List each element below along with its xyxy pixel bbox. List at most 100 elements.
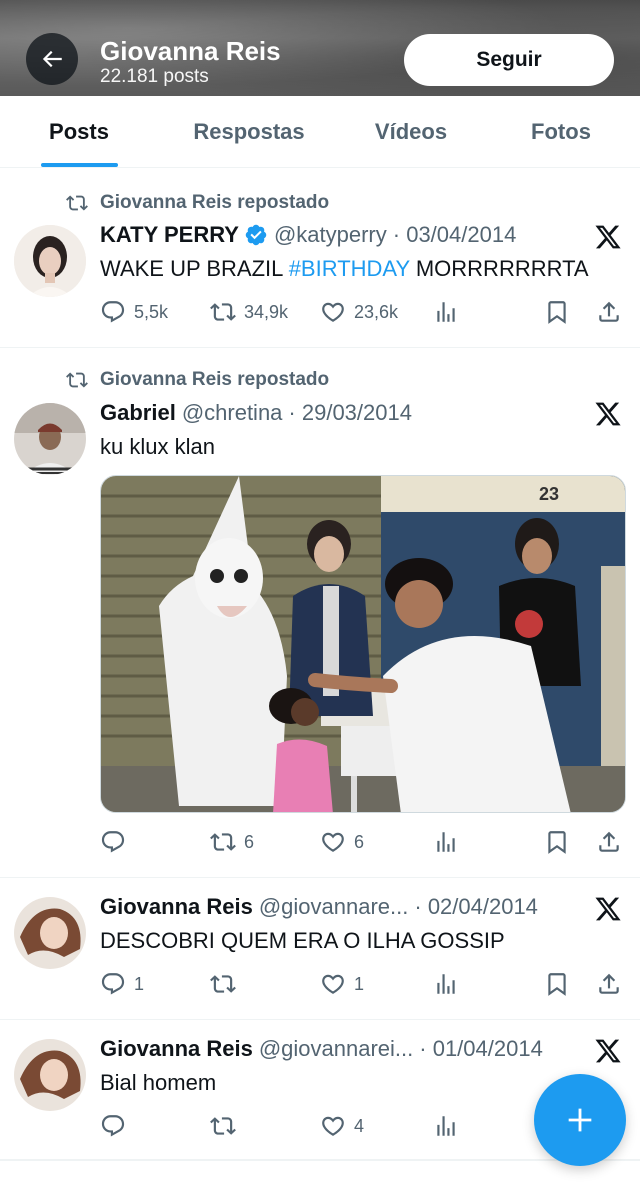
reply-button[interactable] bbox=[100, 826, 134, 858]
like-count: 4 bbox=[354, 1115, 365, 1136]
author-handle[interactable]: @katyperry bbox=[274, 222, 387, 248]
tweet-text: DESCOBRI QUEM ERA O ILHA GOSSIP bbox=[100, 928, 505, 953]
author-handle[interactable]: @giovannare... bbox=[259, 894, 409, 920]
share-button[interactable] bbox=[596, 968, 622, 1000]
back-button[interactable] bbox=[26, 33, 78, 85]
like-count: 1 bbox=[354, 973, 365, 994]
bookmark-button[interactable] bbox=[544, 968, 570, 1000]
share-icon bbox=[596, 971, 622, 997]
like-button[interactable]: 4 bbox=[320, 1110, 364, 1142]
like-count: 6 bbox=[354, 831, 365, 852]
bookmark-button[interactable] bbox=[544, 296, 570, 328]
avatar[interactable] bbox=[14, 897, 86, 969]
views-button[interactable] bbox=[433, 296, 459, 328]
tab-posts[interactable]: Posts bbox=[0, 96, 158, 167]
avatar[interactable] bbox=[14, 403, 86, 475]
avatar[interactable] bbox=[14, 1039, 86, 1111]
repost-label: Giovanna Reis repostado bbox=[100, 192, 330, 213]
header-titles: Giovanna Reis 22.181 posts bbox=[100, 36, 281, 88]
heart-icon bbox=[320, 1113, 346, 1139]
tweet[interactable]: Giovanna Reis @giovannare... · 02/04/201… bbox=[0, 878, 640, 1020]
share-button[interactable] bbox=[596, 296, 622, 328]
profile-tabs: Posts Respostas Vídeos Fotos bbox=[0, 96, 640, 168]
views-button[interactable] bbox=[433, 1110, 459, 1142]
tab-videos[interactable]: Vídeos bbox=[340, 96, 482, 167]
repost-icon bbox=[66, 369, 88, 391]
tweet-date[interactable]: · 29/03/2014 bbox=[288, 400, 412, 426]
hashtag-link[interactable]: #BIRTHDAY bbox=[289, 256, 410, 281]
views-icon bbox=[433, 299, 459, 325]
bookmark-icon bbox=[544, 299, 570, 325]
like-button[interactable]: 1 bbox=[320, 968, 364, 1000]
repost-count: 6 bbox=[244, 831, 255, 852]
repost-count: 34,9k bbox=[244, 301, 289, 322]
tweet-header: Gabriel @chretina · 29/03/2014 bbox=[100, 400, 412, 426]
arrow-left-icon bbox=[42, 50, 62, 68]
x-logo-icon bbox=[594, 223, 622, 251]
reply-button[interactable] bbox=[100, 1110, 134, 1142]
heart-icon bbox=[320, 829, 346, 855]
share-icon bbox=[596, 299, 622, 325]
like-button[interactable]: 23,6k bbox=[320, 296, 398, 328]
avatar[interactable] bbox=[14, 225, 86, 297]
tab-label: Respostas bbox=[193, 118, 305, 144]
compose-button[interactable] bbox=[534, 1074, 626, 1166]
share-button[interactable] bbox=[596, 826, 622, 858]
repost-indicator: Giovanna Reis repostado bbox=[66, 192, 329, 214]
repost-icon bbox=[210, 829, 236, 855]
author-name[interactable]: Giovanna Reis bbox=[100, 1036, 253, 1062]
reply-icon bbox=[100, 1113, 126, 1139]
tweet-actions: 5,5k 34,9k 23,6k bbox=[100, 296, 630, 328]
author-handle[interactable]: @chretina bbox=[182, 400, 283, 426]
repost-button[interactable] bbox=[210, 1110, 244, 1142]
follow-button[interactable]: Seguir bbox=[404, 34, 614, 86]
tweet-date[interactable]: · 02/04/2014 bbox=[414, 894, 538, 920]
active-tab-indicator bbox=[41, 163, 118, 167]
repost-button[interactable]: 6 bbox=[210, 826, 254, 858]
profile-name: Giovanna Reis bbox=[100, 36, 281, 66]
tweet-photo[interactable]: 23 bbox=[100, 475, 626, 813]
views-icon bbox=[433, 1113, 459, 1139]
repost-icon bbox=[210, 971, 236, 997]
tweet-actions: 6 6 bbox=[100, 826, 630, 858]
tweet-text-part: WAKE UP BRAZIL bbox=[100, 256, 289, 281]
repost-label: Giovanna Reis repostado bbox=[100, 369, 330, 390]
tweet-header: KATY PERRY @katyperry · 03/04/2014 bbox=[100, 222, 516, 248]
views-button[interactable] bbox=[433, 968, 459, 1000]
reply-button[interactable]: 1 bbox=[100, 968, 144, 1000]
author-name[interactable]: Giovanna Reis bbox=[100, 894, 253, 920]
tweet-text: ku klux klan bbox=[100, 434, 215, 459]
tweet-date[interactable]: · 03/04/2014 bbox=[393, 222, 517, 248]
tab-fotos[interactable]: Fotos bbox=[482, 96, 640, 167]
sign-number: 23 bbox=[539, 484, 559, 504]
repost-indicator: Giovanna Reis repostado bbox=[66, 369, 329, 391]
plus-icon bbox=[568, 1108, 592, 1132]
x-logo-icon bbox=[594, 895, 622, 923]
bookmark-button[interactable] bbox=[544, 826, 570, 858]
reply-icon bbox=[100, 971, 126, 997]
share-icon bbox=[596, 829, 622, 855]
views-button[interactable] bbox=[433, 826, 459, 858]
tweet[interactable]: Giovanna Reis repostado KATY PERRY @katy… bbox=[0, 170, 640, 348]
tab-respostas[interactable]: Respostas bbox=[158, 96, 340, 167]
tweet-text: Bial homem bbox=[100, 1070, 217, 1095]
tweet-text: WAKE UP BRAZIL #BIRTHDAY MORRRRRRRTA bbox=[100, 256, 589, 282]
tweet-date[interactable]: · 01/04/2014 bbox=[419, 1036, 543, 1062]
author-handle[interactable]: @giovannarei... bbox=[259, 1036, 413, 1062]
views-icon bbox=[433, 971, 459, 997]
x-logo-icon bbox=[594, 400, 622, 428]
reply-button[interactable]: 5,5k bbox=[100, 296, 168, 328]
bookmark-icon bbox=[544, 971, 570, 997]
author-name[interactable]: Gabriel bbox=[100, 400, 176, 426]
reply-icon bbox=[100, 299, 126, 325]
author-name[interactable]: KATY PERRY bbox=[100, 222, 239, 248]
like-count: 23,6k bbox=[354, 301, 399, 322]
tab-label: Posts bbox=[49, 118, 109, 144]
like-button[interactable]: 6 bbox=[320, 826, 364, 858]
repost-button[interactable]: 34,9k bbox=[210, 296, 288, 328]
views-icon bbox=[433, 829, 459, 855]
tweet-text-part: MORRRRRRRTA bbox=[409, 256, 589, 281]
repost-button[interactable] bbox=[210, 968, 244, 1000]
tweet-actions: 1 1 bbox=[100, 968, 630, 1000]
tweet[interactable]: Giovanna Reis repostado Gabriel @chretin… bbox=[0, 348, 640, 878]
